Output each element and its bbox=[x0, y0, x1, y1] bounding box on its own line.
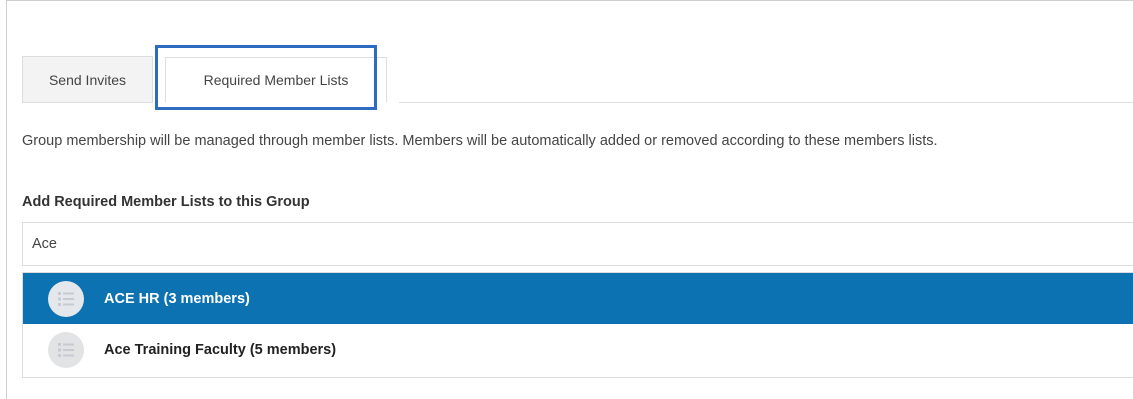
add-member-lists-heading: Add Required Member Lists to this Group bbox=[22, 194, 310, 210]
member-list-icon bbox=[48, 331, 84, 368]
member-list-icon bbox=[48, 280, 84, 317]
group-membership-description: Group membership will be managed through… bbox=[22, 133, 938, 149]
tab-send-invites[interactable]: Send Invites bbox=[22, 56, 153, 102]
tab-label: Required Member Lists bbox=[203, 71, 349, 88]
result-label: ACE HR (3 members) bbox=[104, 290, 250, 307]
tab-active-panel: Required Member Lists bbox=[165, 56, 387, 103]
tab-label: Send Invites bbox=[48, 71, 127, 88]
result-label: Ace Training Faculty (5 members) bbox=[104, 341, 337, 358]
search-results-list: ACE HR (3 members) Ace Training Faculty … bbox=[22, 272, 1133, 378]
tab-required-member-lists[interactable]: Required Member Lists bbox=[153, 47, 399, 103]
result-item-ace-hr[interactable]: ACE HR (3 members) bbox=[23, 273, 1133, 324]
tab-bar: Send Invites Required Member Lists bbox=[22, 47, 1133, 103]
member-list-search-input[interactable] bbox=[22, 222, 1133, 266]
result-item-ace-training-faculty[interactable]: Ace Training Faculty (5 members) bbox=[23, 324, 1133, 375]
